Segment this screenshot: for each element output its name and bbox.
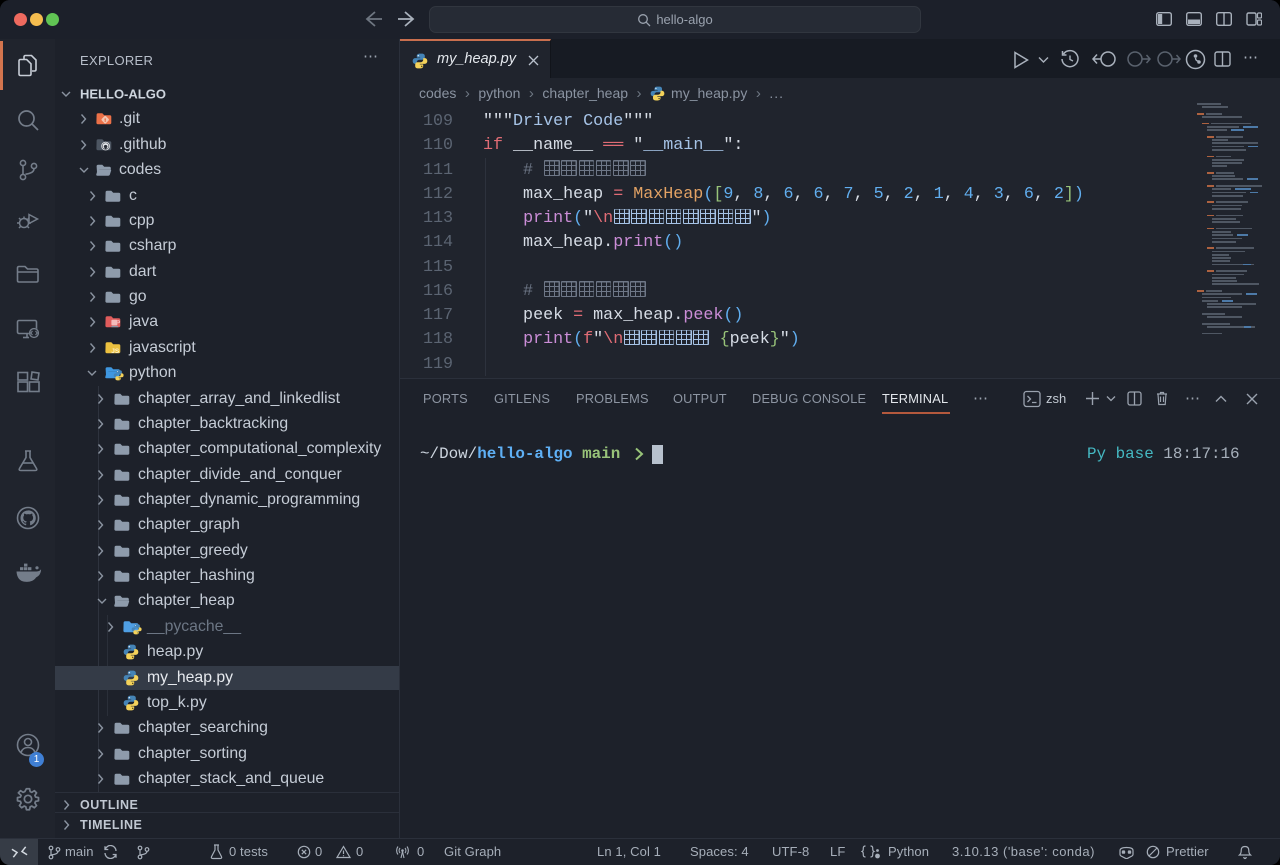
svg-text:JS: JS [111,348,120,355]
